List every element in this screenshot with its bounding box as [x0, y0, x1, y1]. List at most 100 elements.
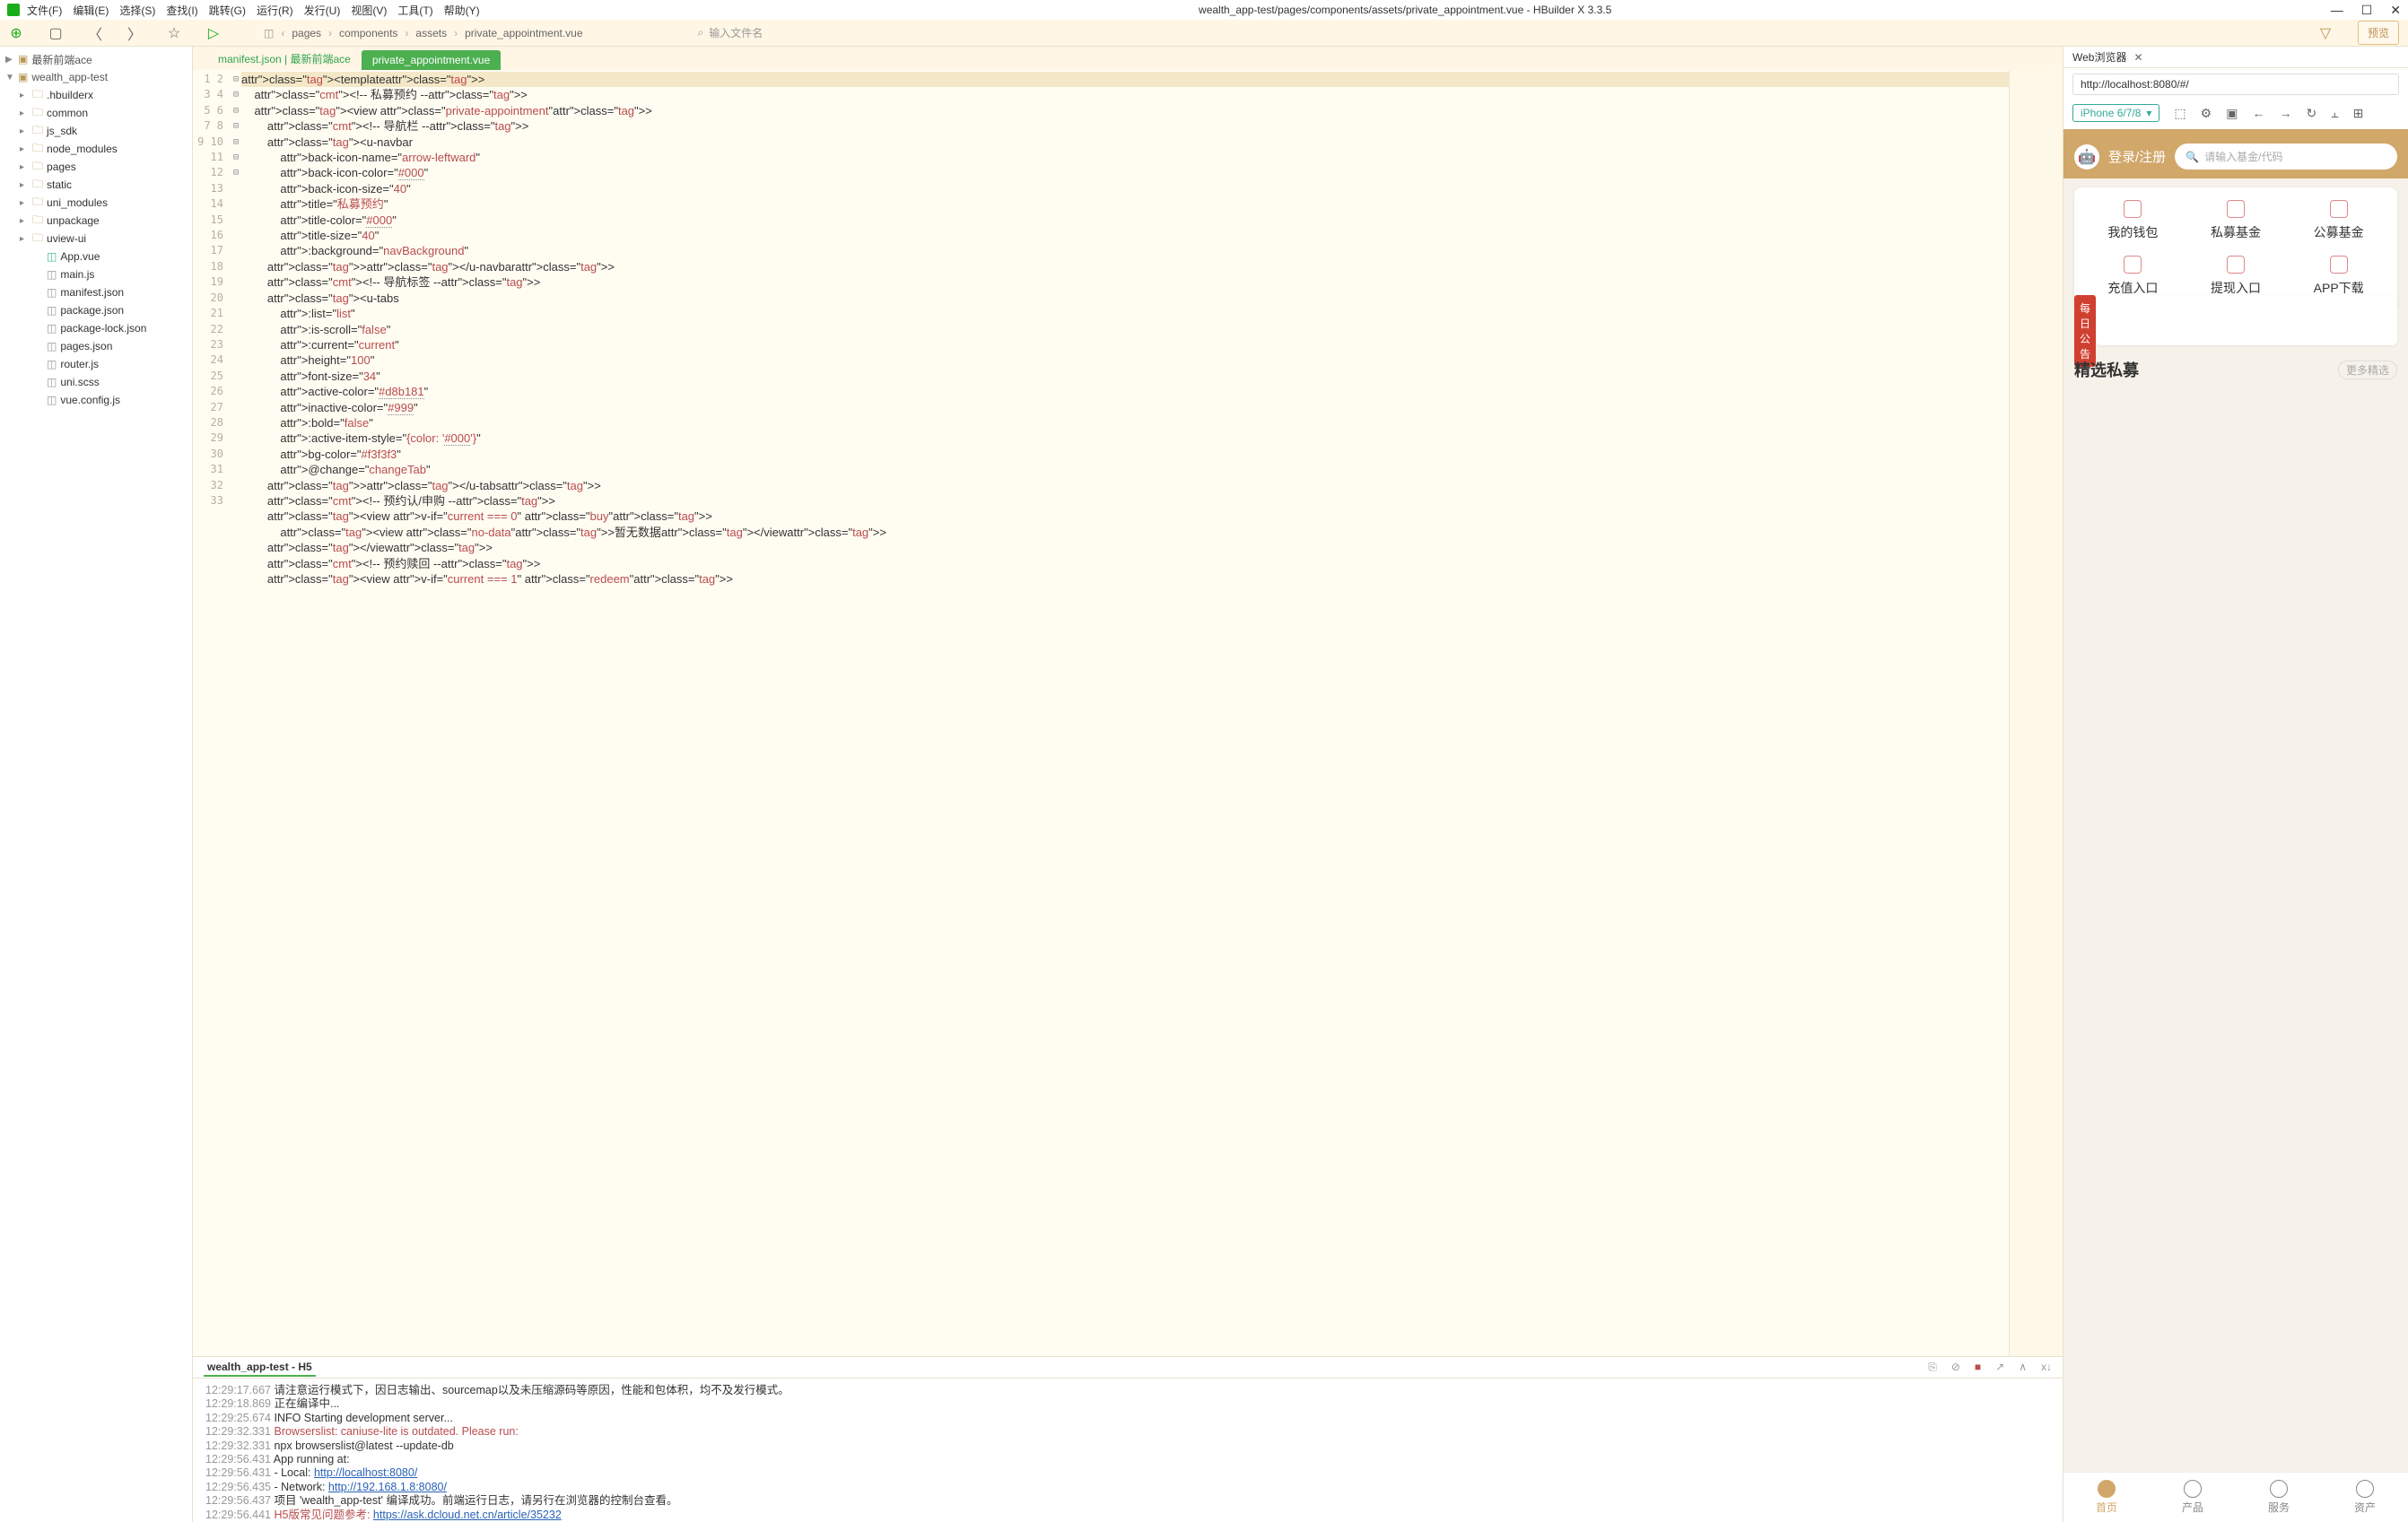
tab-manifest[interactable]: manifest.json | 最新前端ace [207, 48, 362, 70]
forward-icon[interactable]: → [2279, 106, 2291, 120]
grid-icon[interactable]: ⊞ [2353, 106, 2364, 121]
nav-grid-item[interactable]: 私募基金 [2185, 200, 2288, 241]
tabbar-icon [2098, 1480, 2116, 1498]
tabbar-item[interactable]: 首页 [2063, 1473, 2150, 1522]
settings-icon[interactable]: ⚙ [2201, 106, 2212, 121]
menu-item[interactable]: 工具(T) [397, 3, 432, 18]
minimap[interactable] [2009, 70, 2063, 1356]
file-icon: ◫ [264, 27, 274, 39]
project-root[interactable]: ▶▣最新前端ace [0, 50, 192, 68]
file-item[interactable]: ◫pages.json [0, 337, 192, 355]
menu-item[interactable]: 视图(V) [351, 3, 387, 18]
menu-item[interactable]: 发行(U) [304, 3, 341, 18]
fund-search-input[interactable]: 🔍 请输入基金/代码 [2175, 144, 2397, 170]
file-search[interactable]: ⌕ 输入文件名 [698, 25, 2293, 40]
nav-grid-item[interactable]: 充值入口 [2081, 256, 2185, 297]
folder-item[interactable]: ▸🗀static [0, 176, 192, 194]
star-icon[interactable]: ☆ [167, 26, 181, 40]
file-item[interactable]: ◫package.json [0, 301, 192, 319]
close-icon[interactable]: ✕ [2390, 3, 2401, 18]
menu-item[interactable]: 跳转(G) [209, 3, 246, 18]
console-output[interactable]: 12:29:17.667 请注意运行模式下，因日志输出、sourcemap以及未… [193, 1378, 2063, 1522]
console-export-icon[interactable]: ↗ [1995, 1361, 2004, 1374]
lock-icon[interactable]: ⫠ [2331, 106, 2338, 121]
avatar-icon[interactable]: 🤖 [2074, 144, 2099, 170]
folder-item[interactable]: ▸🗀common [0, 104, 192, 122]
browser-toolbar: iPhone 6/7/8▾ ⬚ ⚙ ▣ ← → ↻ ⫠ ⊞ [2063, 100, 2408, 129]
url-bar[interactable]: http://localhost:8080/#/ [2072, 74, 2399, 95]
bottom-tabbar[interactable]: 首页产品服务资产 [2063, 1472, 2408, 1522]
console-panel: wealth_app-test - H5 ⎘ ⊘ ■ ↗ ∧ x↓ 12:29:… [193, 1356, 2063, 1522]
device-selector[interactable]: iPhone 6/7/8▾ [2072, 104, 2159, 122]
folder-item[interactable]: ▸🗀pages [0, 158, 192, 176]
tabbar-item[interactable]: 资产 [2322, 1473, 2408, 1522]
window-controls[interactable]: — ☐ ✕ [2331, 3, 2401, 18]
back-icon[interactable]: ← [2252, 106, 2264, 120]
responsive-icon[interactable]: ⬚ [2174, 106, 2186, 121]
file-item[interactable]: ◫router.js [0, 355, 192, 373]
folder-item[interactable]: ▸🗀uview-ui [0, 230, 192, 248]
file-explorer[interactable]: ▶▣最新前端ace▼▣wealth_app-test▸🗀.hbuilderx▸🗀… [0, 47, 193, 1522]
file-item[interactable]: ◫manifest.json [0, 283, 192, 301]
grid-icon [2227, 200, 2245, 218]
file-item[interactable]: ◫App.vue [0, 248, 192, 265]
nav-grid-item[interactable]: APP下载 [2287, 256, 2390, 297]
save-icon[interactable]: ▢ [48, 26, 63, 40]
devtools-icon[interactable]: ▣ [2226, 106, 2238, 121]
console-copy-icon[interactable]: ⎘ [1928, 1361, 1937, 1374]
maximize-icon[interactable]: ☐ [2361, 3, 2373, 18]
console-clear-icon[interactable]: ■ [1975, 1361, 1981, 1374]
login-link[interactable]: 登录/注册 [2108, 147, 2166, 166]
filter-icon[interactable]: ▽ [2318, 26, 2333, 40]
chevron-down-icon: ▾ [2146, 107, 2151, 119]
project-root[interactable]: ▼▣wealth_app-test [0, 68, 192, 86]
tabbar-item[interactable]: 服务 [2236, 1473, 2322, 1522]
nav-grid-item[interactable]: 公募基金 [2287, 200, 2390, 241]
close-icon[interactable]: ✕ [2133, 51, 2142, 64]
back-icon[interactable]: 〈 [88, 26, 102, 40]
fold-column[interactable]: ⊟ ⊟ ⊟ ⊟ ⊟ ⊟ ⊟ [231, 70, 241, 1356]
forward-icon[interactable]: 〉 [127, 26, 142, 40]
file-item[interactable]: ◫main.js [0, 265, 192, 283]
search-icon: ⌕ [698, 26, 704, 39]
window-title: wealth_app-test/pages/components/assets/… [480, 4, 2331, 16]
breadcrumb[interactable]: ◫ ‹ pages› components› assets› private_a… [264, 27, 583, 39]
menu-item[interactable]: 帮助(Y) [444, 3, 480, 18]
tab-private-appointment[interactable]: private_appointment.vue [362, 50, 501, 70]
preview-button[interactable]: 预览 [2358, 21, 2399, 45]
main-menu[interactable]: 文件(F) 编辑(E) 选择(S) 查找(I) 跳转(G) 运行(R) 发行(U) 视图(V)… [27, 3, 480, 18]
nav-grid-item[interactable]: 提现入口 [2185, 256, 2288, 297]
code-content[interactable]: attr">class="tag"><templateattr">class="… [241, 70, 2009, 1356]
run-icon[interactable]: ▷ [206, 26, 221, 40]
daily-announcement-card[interactable] [2096, 295, 2397, 345]
folder-item[interactable]: ▸🗀js_sdk [0, 122, 192, 140]
browser-tab[interactable]: Web浏览器 ✕ [2063, 47, 2408, 68]
console-tab[interactable]: wealth_app-test - H5 [204, 1359, 316, 1377]
more-link[interactable]: 更多精选 [2338, 361, 2397, 379]
console-close-icon[interactable]: x↓ [2041, 1361, 2052, 1374]
menu-item[interactable]: 查找(I) [166, 3, 197, 18]
console-collapse-icon[interactable]: ∧ [2019, 1361, 2027, 1374]
editor-tabs[interactable]: manifest.json | 最新前端ace private_appointm… [193, 47, 2063, 70]
grid-icon [2330, 200, 2348, 218]
device-preview[interactable]: 🤖 登录/注册 🔍 请输入基金/代码 我的钱包私募基金公募基金充值入口提现入口A… [2063, 129, 2408, 1522]
folder-item[interactable]: ▸🗀.hbuilderx [0, 86, 192, 104]
file-item[interactable]: ◫uni.scss [0, 373, 192, 391]
menu-item[interactable]: 文件(F) [27, 3, 62, 18]
daily-announcement-badge[interactable]: 每日公告 [2074, 295, 2096, 367]
folder-item[interactable]: ▸🗀unpackage [0, 212, 192, 230]
minimize-icon[interactable]: — [2331, 3, 2343, 18]
file-item[interactable]: ◫package-lock.json [0, 319, 192, 337]
console-stop-icon[interactable]: ⊘ [1951, 1361, 1960, 1374]
menu-item[interactable]: 编辑(E) [73, 3, 109, 18]
menu-item[interactable]: 运行(R) [257, 3, 293, 18]
reload-icon[interactable]: ↻ [2306, 106, 2316, 121]
code-editor[interactable]: 1 2 3 4 5 6 7 8 9 10 11 12 13 14 15 16 1… [193, 70, 2063, 1356]
menu-item[interactable]: 选择(S) [119, 3, 155, 18]
folder-item[interactable]: ▸🗀uni_modules [0, 194, 192, 212]
file-item[interactable]: ◫vue.config.js [0, 391, 192, 409]
nav-grid-item[interactable]: 我的钱包 [2081, 200, 2185, 241]
folder-item[interactable]: ▸🗀node_modules [0, 140, 192, 158]
tabbar-item[interactable]: 产品 [2150, 1473, 2236, 1522]
new-file-icon[interactable]: ⊕ [9, 26, 23, 40]
